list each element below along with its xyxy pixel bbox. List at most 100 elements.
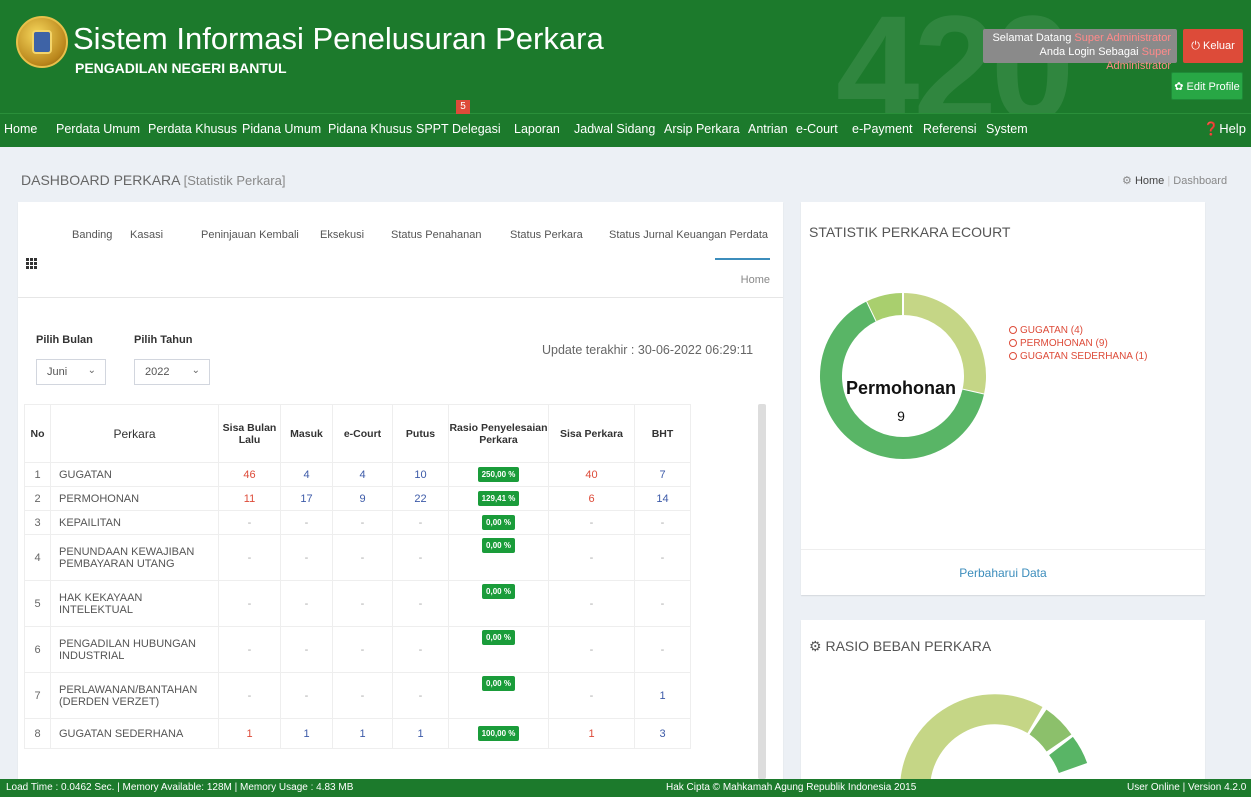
- cell-sisa[interactable]: 1: [548, 718, 635, 749]
- cell-no: 2: [24, 486, 51, 511]
- ecourt-legend: GUGATAN (4) PERMOHONAN (9) GUGATAN SEDER…: [1009, 324, 1147, 363]
- cell-no: 8: [24, 718, 51, 749]
- footer-load-info: Load Time : 0.0462 Sec. | Memory Availab…: [6, 782, 354, 793]
- legend-circle-icon: [1009, 326, 1017, 334]
- tab-home[interactable]: Home: [715, 258, 770, 288]
- chevron-down-icon: ⌄: [191, 365, 200, 376]
- nav-perdata-khusus[interactable]: Perdata Khusus: [148, 114, 237, 148]
- table-scrollbar[interactable]: [758, 404, 766, 779]
- tab-eksekusi[interactable]: Eksekusi: [320, 229, 364, 241]
- cell-sisa-lalu[interactable]: 1: [218, 718, 281, 749]
- nav-perdata-umum[interactable]: Perdata Umum: [56, 114, 140, 148]
- logout-button[interactable]: ⏻ Keluar: [1183, 29, 1243, 63]
- th-no: No: [24, 404, 51, 463]
- nav-home[interactable]: Home: [4, 114, 37, 148]
- cell-ecourt[interactable]: 9: [332, 486, 393, 511]
- nav-epayment[interactable]: e-Payment: [852, 114, 912, 148]
- cell-putus[interactable]: 10: [392, 462, 449, 487]
- footer-version: User Online | Version 4.2.0: [1127, 782, 1247, 793]
- ratio-badge: 0,00 %: [482, 676, 515, 691]
- cell-masuk[interactable]: 17: [280, 486, 333, 511]
- legend-label: PERMOHONAN (9): [1020, 338, 1108, 349]
- cell-bht[interactable]: 3: [634, 718, 691, 749]
- nav-pidana-umum[interactable]: Pidana Umum: [242, 114, 321, 148]
- cell-putus[interactable]: 1: [392, 718, 449, 749]
- th-rasio: Rasio Penyelesaian Perkara: [448, 404, 549, 463]
- th-sisa-perkara: Sisa Perkara: [548, 404, 635, 463]
- court-name: PENGADILAN NEGERI BANTUL: [75, 60, 287, 76]
- apps-grid-icon[interactable]: [26, 258, 40, 270]
- status-footer: Load Time : 0.0462 Sec. | Memory Availab…: [0, 779, 1251, 797]
- bulan-select[interactable]: Juni ⌄: [36, 359, 106, 385]
- rasio-arc-third: [1048, 736, 1088, 774]
- footer-copyright: Hak Cipta © Mahkamah Agung Republik Indo…: [666, 782, 917, 793]
- delegasi-badge: 5: [456, 100, 470, 114]
- nav-antrian[interactable]: Antrian: [748, 114, 788, 148]
- cell-bht: -: [634, 580, 691, 627]
- legend-item[interactable]: PERMOHONAN (9): [1009, 337, 1147, 350]
- th-bht: BHT: [634, 404, 691, 463]
- cell-sisa-lalu[interactable]: 11: [218, 486, 281, 511]
- cell-perkara: PERLAWANAN/BANTAHAN (DERDEN VERZET): [50, 672, 219, 719]
- tahun-label: Pilih Tahun: [134, 334, 193, 346]
- nav-jadwal-sidang[interactable]: Jadwal Sidang: [574, 114, 655, 148]
- nav-pidana-khusus[interactable]: Pidana Khusus: [328, 114, 412, 148]
- tab-banding[interactable]: Banding: [72, 229, 112, 241]
- ratio-badge: 129,41 %: [477, 491, 520, 506]
- legend-circle-icon: [1009, 352, 1017, 360]
- breadcrumb-home[interactable]: Home: [1135, 175, 1164, 187]
- legend-item[interactable]: GUGATAN SEDERHANA (1): [1009, 350, 1147, 363]
- tab-status-perkara[interactable]: Status Perkara: [510, 229, 583, 241]
- cell-bht[interactable]: 1: [634, 672, 691, 719]
- nav-ecourt[interactable]: e-Court: [796, 114, 838, 148]
- perkara-table: No Perkara Sisa Bulan Lalu Masuk e-Court…: [24, 404, 691, 749]
- cell-masuk[interactable]: 4: [280, 462, 333, 487]
- tab-kasasi[interactable]: Kasasi: [130, 229, 163, 241]
- nav-referensi[interactable]: Referensi: [923, 114, 977, 148]
- table-header-row: No Perkara Sisa Bulan Lalu Masuk e-Court…: [24, 404, 691, 463]
- cell-sisa[interactable]: 40: [548, 462, 635, 487]
- cell-bht: -: [634, 510, 691, 535]
- th-ecourt: e-Court: [332, 404, 393, 463]
- donut-slice[interactable]: [866, 293, 904, 322]
- help-button[interactable]: ❓Help: [1203, 114, 1246, 148]
- cell-masuk[interactable]: 1: [280, 718, 333, 749]
- tab-peninjauan-kembali[interactable]: Peninjauan Kembali: [201, 229, 299, 241]
- nav-sppt[interactable]: SPPT: [416, 114, 449, 148]
- chevron-down-icon: ⌄: [87, 365, 96, 376]
- legend-label: GUGATAN (4): [1020, 325, 1083, 336]
- tahun-select[interactable]: 2022 ⌄: [134, 359, 210, 385]
- page-title: DASHBOARD PERKARA [Statistik Perkara]: [21, 172, 285, 188]
- refresh-data-link[interactable]: Perbaharui Data: [801, 549, 1205, 580]
- rasio-beban-title: ⚙ RASIO BEBAN PERKARA: [809, 638, 991, 655]
- cell-putus: -: [392, 510, 449, 535]
- help-label: Help: [1219, 121, 1246, 136]
- th-masuk: Masuk: [280, 404, 333, 463]
- welcome-box: Selamat Datang Super Administrator Anda …: [983, 29, 1177, 72]
- cell-bht[interactable]: 14: [634, 486, 691, 511]
- edit-profile-button[interactable]: ✿ Edit Profile: [1171, 72, 1243, 100]
- cell-no: 3: [24, 510, 51, 535]
- cell-ecourt[interactable]: 1: [332, 718, 393, 749]
- nav-arsip-perkara[interactable]: Arsip Perkara: [664, 114, 740, 148]
- donut-center-label: Permohonan: [845, 378, 956, 398]
- table-row: 2 PERMOHONAN 11 17 9 22 129,41 % 6 14: [24, 486, 691, 511]
- ratio-badge: 0,00 %: [482, 630, 515, 645]
- nav-laporan[interactable]: Laporan: [514, 114, 560, 148]
- legend-item[interactable]: GUGATAN (4): [1009, 324, 1147, 337]
- nav-delegasi[interactable]: Delegasi: [452, 114, 501, 148]
- cell-bht[interactable]: 7: [634, 462, 691, 487]
- donut-center-value: 9: [897, 408, 905, 424]
- nav-system[interactable]: System: [986, 114, 1028, 148]
- power-icon: ⏻: [1191, 40, 1200, 52]
- cell-putus: -: [392, 672, 449, 719]
- logout-label: Keluar: [1202, 40, 1235, 52]
- cell-sisa-lalu[interactable]: 46: [218, 462, 281, 487]
- cell-sisa[interactable]: 6: [548, 486, 635, 511]
- cell-putus[interactable]: 22: [392, 486, 449, 511]
- cell-ecourt[interactable]: 4: [332, 462, 393, 487]
- tab-status-penahanan[interactable]: Status Penahanan: [391, 229, 482, 241]
- cell-sisa-lalu: -: [218, 626, 281, 673]
- tab-status-jurnal-keuangan[interactable]: Status Jurnal Keuangan Perdata: [609, 229, 768, 241]
- tab-bar: Banding Kasasi Peninjauan Kembali Ekseku…: [18, 202, 783, 298]
